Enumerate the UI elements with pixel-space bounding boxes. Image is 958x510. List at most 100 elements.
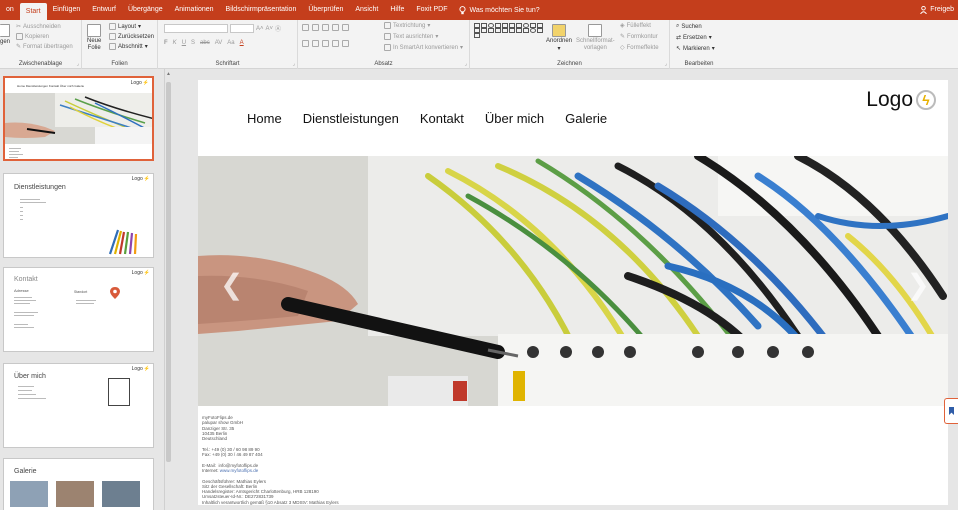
decrease-indent-icon[interactable] xyxy=(322,24,329,31)
underline-button[interactable]: U xyxy=(182,40,186,46)
imprint-line: Sitz der Gesellschaft: Berlin xyxy=(202,483,258,489)
font-size-dropdown[interactable] xyxy=(230,24,254,33)
bold-button[interactable]: F xyxy=(164,40,168,46)
slide-thumbnail-5[interactable]: Galerie xyxy=(3,458,154,510)
paste-button[interactable]: gen xyxy=(0,24,10,45)
dialog-launcher-icon[interactable]: ⌟ xyxy=(665,61,667,67)
reset-button[interactable]: Zurücksetzen xyxy=(109,33,154,40)
nav-gallery[interactable]: Galerie xyxy=(565,111,607,126)
tab-view[interactable]: Ansicht xyxy=(349,0,384,20)
select-button[interactable]: ↖ Markieren ▾ xyxy=(676,45,715,53)
char-spacing-button[interactable]: AV xyxy=(215,40,223,46)
cursor-icon: ↖ xyxy=(676,46,682,52)
imprint-email: E-Mail: info@myfotoflips.de xyxy=(202,462,259,468)
shadow-button[interactable]: abc xyxy=(200,40,210,46)
nav-about[interactable]: Über mich xyxy=(485,111,544,126)
shapes-gallery[interactable] xyxy=(474,23,544,38)
slide-nav-menu: Home Dienstleistungen Kontakt Über mich … xyxy=(247,111,607,126)
tab-help[interactable]: Hilfe xyxy=(384,0,410,20)
thumb-nav: Home Dienstleistungen Kontakt Über mich … xyxy=(17,84,85,88)
group-font: A˄ A˅ Ⓐ F K U S abc AV Aa A Schriftart ⌟ xyxy=(158,20,298,69)
imprint-text: myFotoFlips.de palupar show GmbH Danzige… xyxy=(202,415,339,505)
clear-format-icon[interactable]: Ⓐ xyxy=(275,24,281,33)
gallery-image-1 xyxy=(10,481,48,507)
tab-review[interactable]: Überprüfen xyxy=(302,0,349,20)
layout-button[interactable]: Layout ▾ xyxy=(109,23,141,30)
shape-outline-button[interactable]: ✎ Formkontur xyxy=(620,33,658,41)
cut-button[interactable]: ✂ Ausschneiden xyxy=(16,23,61,31)
slide-thumbnail-2[interactable]: Logo ⚡ Dienstleistungen xyxy=(3,173,154,258)
numbering-icon[interactable] xyxy=(312,24,319,31)
slide-thumbnail-1[interactable]: Logo ⚡ Home Dienstleistungen Kontakt Über… xyxy=(3,76,154,161)
quick-styles-button[interactable]: Schnellformat- vorlagen xyxy=(576,24,615,51)
shape-effects-label: Formeffekte xyxy=(626,44,659,51)
paste-label: gen xyxy=(0,39,11,45)
columns-icon[interactable] xyxy=(342,40,349,47)
imprint-line: Handelsregister: Amtsgericht Charlottenb… xyxy=(202,489,319,495)
imprint-line: Deutschland xyxy=(202,436,228,442)
dialog-launcher-icon[interactable]: ⌟ xyxy=(465,61,467,67)
replace-button[interactable]: ⇄ Ersetzen ▾ xyxy=(676,34,712,42)
scroll-up-icon[interactable]: ▲ xyxy=(166,71,171,77)
italic-button[interactable]: K xyxy=(173,40,177,46)
line-spacing-icon[interactable] xyxy=(342,24,349,31)
section-button[interactable]: Abschnitt ▾ xyxy=(109,43,148,50)
reset-label: Zurücksetzen xyxy=(118,33,155,40)
imprint-line: palupar show GmbH xyxy=(202,420,244,426)
layout-icon xyxy=(109,23,116,30)
nav-home[interactable]: Home xyxy=(247,111,282,126)
font-family-dropdown[interactable] xyxy=(164,24,228,33)
dialog-launcher-icon[interactable]: ⌟ xyxy=(77,61,79,67)
dialog-launcher-icon[interactable]: ⌟ xyxy=(293,61,295,67)
tab-start[interactable]: Start xyxy=(19,3,47,20)
tab-foxit-pdf[interactable]: Foxit PDF xyxy=(410,0,453,20)
align-center-icon[interactable] xyxy=(312,40,319,47)
align-text-button[interactable]: Text ausrichten ▾ xyxy=(384,33,438,40)
carousel-prev-icon[interactable]: ❮ xyxy=(220,268,243,301)
shrink-font-icon[interactable]: A˅ xyxy=(266,26,274,32)
tab-design[interactable]: Entwurf xyxy=(86,0,122,20)
change-case-button[interactable]: Aa xyxy=(227,40,234,46)
format-painter-button[interactable]: ✎ Format übertragen xyxy=(16,43,73,51)
imprint-website-link[interactable]: www.myfotoflips.de xyxy=(220,468,259,473)
grow-font-icon[interactable]: A˄ xyxy=(256,26,264,32)
nav-contact[interactable]: Kontakt xyxy=(420,111,464,126)
text-direction-button[interactable]: Textrichtung ▾ xyxy=(384,22,430,29)
new-slide-label-2: Folie xyxy=(87,45,101,51)
slide-canvas[interactable]: Home Dienstleistungen Kontakt Über mich … xyxy=(198,80,948,505)
justify-icon[interactable] xyxy=(332,40,339,47)
chevron-down-icon: ▾ xyxy=(711,46,715,52)
find-button[interactable]: ⌕ Suchen xyxy=(676,23,702,30)
tab-transitions[interactable]: Übergänge xyxy=(122,0,169,20)
smartart-button[interactable]: In SmartArt konvertieren ▾ xyxy=(384,44,463,51)
slide-thumbnail-4[interactable]: Logo ⚡ Über mich xyxy=(3,363,154,448)
tab-file[interactable]: on xyxy=(0,0,20,20)
strikethrough-button[interactable]: S xyxy=(191,40,195,46)
electrician-wiring-photo xyxy=(198,156,948,406)
new-slide-button[interactable]: Neue Folie xyxy=(87,24,101,51)
slide-thumbnail-3[interactable]: Logo ⚡ Kontakt Adresse Standort xyxy=(3,267,154,352)
tab-animations[interactable]: Animationen xyxy=(169,0,220,20)
bookmark-icon[interactable] xyxy=(944,398,958,424)
shape-fill-button[interactable]: ◈ Fülleffekt xyxy=(620,22,651,30)
map-pin-icon xyxy=(110,287,120,299)
align-right-icon[interactable] xyxy=(322,40,329,47)
align-left-icon[interactable] xyxy=(302,40,309,47)
shape-effects-button[interactable]: ◇ Formeffekte xyxy=(620,44,659,52)
nav-services[interactable]: Dienstleistungen xyxy=(303,111,399,126)
share-button[interactable]: Freigeb xyxy=(920,0,954,20)
increase-indent-icon[interactable] xyxy=(332,24,339,31)
new-slide-label: Neue xyxy=(87,38,102,44)
tab-insert[interactable]: Einfügen xyxy=(47,0,87,20)
group-clipboard: gen ✂ Ausschneiden Kopieren ✎ Format übert… xyxy=(0,20,82,69)
bullets-icon[interactable] xyxy=(302,24,309,31)
smartart-label: In SmartArt konvertieren xyxy=(393,44,459,51)
tab-slideshow[interactable]: Bildschirmpräsentation xyxy=(220,0,303,20)
copy-button[interactable]: Kopieren xyxy=(16,33,49,40)
carousel-next-icon[interactable]: ❯ xyxy=(907,268,930,301)
tell-me-search[interactable]: Was möchten Sie tun? xyxy=(453,5,545,15)
arrange-button[interactable]: Anordnen ▾ xyxy=(546,24,572,52)
group-slides: Neue Folie Layout ▾ Zurücksetzen Abschnit… xyxy=(82,20,158,69)
scrollbar-thumb[interactable] xyxy=(166,82,171,462)
font-color-button[interactable]: A xyxy=(240,40,244,46)
